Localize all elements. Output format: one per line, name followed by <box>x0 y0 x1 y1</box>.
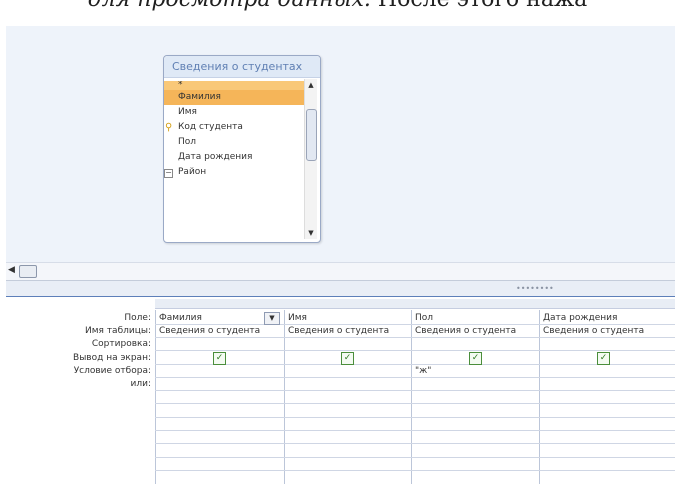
grid-table-cell[interactable]: Сведения о студента <box>415 326 516 336</box>
grid-row-line <box>155 350 675 351</box>
scroll-up-icon[interactable]: ▲ <box>305 79 317 91</box>
grid-table-cell[interactable]: Сведения о студента <box>543 326 644 336</box>
field-item-label: Дата рождения <box>178 152 253 162</box>
check-icon[interactable]: ✓ <box>469 352 482 365</box>
grid-field-cell[interactable]: Имя <box>288 313 307 323</box>
check-icon[interactable]: ✓ <box>213 352 226 365</box>
grid-row-line <box>155 457 675 458</box>
column-selector-row[interactable] <box>155 299 675 309</box>
scrollbar-thumb[interactable] <box>306 109 317 161</box>
grid-field-cell[interactable]: Пол <box>415 313 433 323</box>
horizontal-scrollbar-thumb[interactable] <box>19 265 37 278</box>
row-label-or: или: <box>130 379 151 389</box>
document-plain-text: После этого нажа <box>378 0 587 12</box>
field-item-data-rozhdeniya[interactable]: Дата рождения <box>164 150 304 165</box>
splitter-grip-icon[interactable]: •••••••• <box>516 284 554 293</box>
row-label-show: Вывод на экран: <box>73 353 151 363</box>
grid-table-cell[interactable]: Сведения о студента <box>159 326 260 336</box>
row-label-table: Имя таблицы: <box>85 326 151 336</box>
field-item-kod-studenta[interactable]: ⚲ Код студента <box>164 120 304 135</box>
field-item-all[interactable]: * <box>164 81 304 90</box>
grid-row-line <box>155 430 675 431</box>
field-item-label: * <box>178 81 183 90</box>
grid-field-cell[interactable]: Фамилия <box>159 313 202 323</box>
grid-table-cell[interactable]: Сведения о студента <box>288 326 389 336</box>
table-box-title[interactable]: Сведения о студентах <box>164 56 320 78</box>
grid-row-line <box>155 377 675 378</box>
document-italic-text: для просмотра данных. <box>88 0 371 12</box>
grid-row-line <box>155 443 675 444</box>
chevron-down-icon[interactable]: ▼ <box>264 312 280 325</box>
document-text-strip: для просмотра данных. После этого нажа <box>0 0 675 26</box>
grid-row-line <box>155 417 675 418</box>
grid-row-line <box>155 390 675 391</box>
table-field-list-box[interactable]: Сведения о студентах * Фамилия Имя ⚲ Код… <box>163 55 321 243</box>
field-item-label: Район <box>178 167 207 177</box>
check-icon[interactable]: ✓ <box>597 352 610 365</box>
grid-criteria-cell[interactable]: "ж" <box>415 366 431 376</box>
row-label-field: Поле: <box>124 313 151 323</box>
key-icon: ⚲ <box>165 122 173 133</box>
grid-row-labels: Поле: Имя таблицы: Сортировка: Вывод на … <box>6 297 153 484</box>
query-design-area[interactable]: Сведения о студентах * Фамилия Имя ⚲ Код… <box>6 26 675 262</box>
field-item-label: Имя <box>178 107 197 117</box>
check-icon[interactable]: ✓ <box>341 352 354 365</box>
expand-icon[interactable]: − <box>164 169 173 178</box>
document-text: для просмотра данных. После этого нажа <box>0 0 675 12</box>
scroll-left-icon[interactable]: ◀ <box>8 265 15 275</box>
field-list-scrollbar[interactable]: ▲ ▼ <box>304 79 317 239</box>
field-item-rayon[interactable]: − Район <box>164 165 304 180</box>
grid-row-line <box>155 470 675 471</box>
field-item-familiya[interactable]: Фамилия <box>164 90 304 105</box>
query-grid: Поле: Имя таблицы: Сортировка: Вывод на … <box>6 297 675 484</box>
grid-row-line <box>155 324 675 325</box>
design-horizontal-scrollbar[interactable]: ◀ <box>6 262 675 281</box>
field-list: * Фамилия Имя ⚲ Код студента Пол Дата ро… <box>164 81 304 239</box>
row-label-criteria: Условие отбора: <box>73 366 151 376</box>
field-item-imya[interactable]: Имя <box>164 105 304 120</box>
field-item-pol[interactable]: Пол <box>164 135 304 150</box>
pane-splitter[interactable]: •••••••• <box>6 281 675 297</box>
grid-field-cell[interactable]: Дата рождения <box>543 313 617 323</box>
field-item-label: Фамилия <box>178 92 221 102</box>
grid-row-line <box>155 403 675 404</box>
row-label-sort: Сортировка: <box>91 339 151 349</box>
field-item-label: Код студента <box>178 122 243 132</box>
scroll-down-icon[interactable]: ▼ <box>305 227 317 239</box>
field-item-label: Пол <box>178 137 197 147</box>
grid-row-line <box>155 337 675 338</box>
